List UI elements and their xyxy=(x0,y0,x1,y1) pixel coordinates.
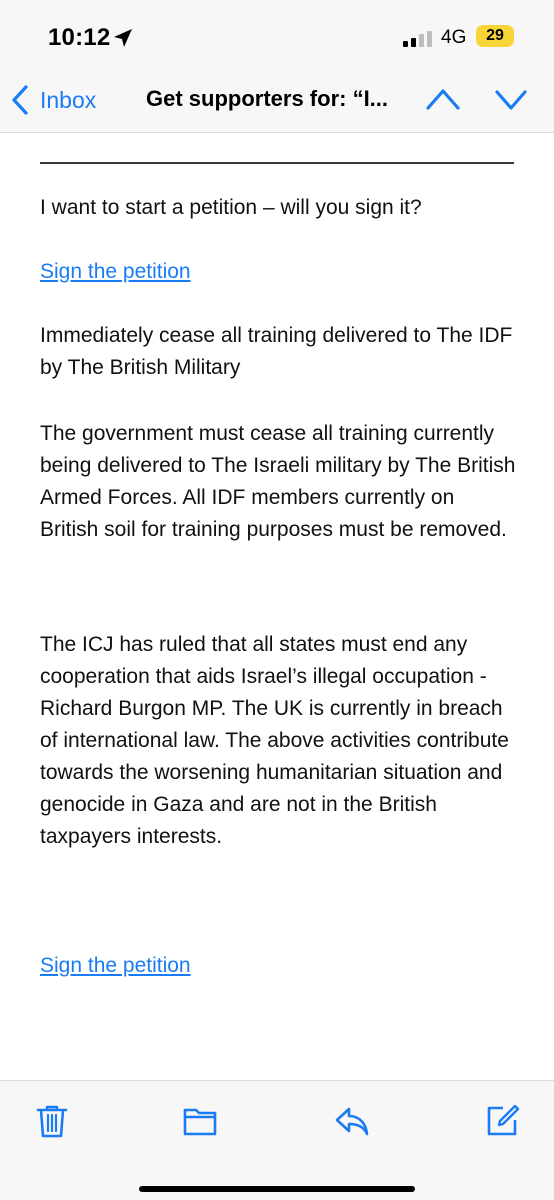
petition-body-2: The ICJ has ruled that all states must e… xyxy=(40,633,509,848)
petition-body-1: The government must cease all training c… xyxy=(40,422,516,541)
mail-screen: 10:12 4G 29 Inbox Get supporters for: “I… xyxy=(0,0,554,1200)
intro-text: I want to start a petition – will you si… xyxy=(40,196,422,219)
trash-icon[interactable] xyxy=(34,1103,70,1139)
chevron-down-icon[interactable] xyxy=(494,88,528,112)
compose-icon[interactable] xyxy=(484,1103,520,1139)
home-indicator xyxy=(139,1186,415,1192)
petition-title: Immediately cease all training delivered… xyxy=(40,324,513,379)
horizontal-rule xyxy=(40,162,514,164)
signal-bars-icon xyxy=(403,31,432,47)
status-bar: 10:12 4G 29 xyxy=(0,0,554,70)
status-time: 10:12 xyxy=(48,24,111,51)
back-to-inbox-button[interactable]: Inbox xyxy=(10,82,96,118)
chevron-left-icon xyxy=(12,85,28,115)
network-type: 4G xyxy=(441,27,467,48)
sign-petition-link-bottom[interactable]: Sign the petition xyxy=(40,950,191,982)
battery-indicator: 29 xyxy=(476,25,514,47)
location-arrow-icon xyxy=(114,29,132,47)
bottom-toolbar xyxy=(0,1080,554,1200)
folder-icon[interactable] xyxy=(182,1103,218,1139)
reply-icon[interactable] xyxy=(334,1103,370,1139)
email-subject-title: Get supporters for: “I... xyxy=(146,86,389,111)
chevron-up-icon[interactable] xyxy=(425,86,461,112)
sign-petition-link-top[interactable]: Sign the petition xyxy=(40,256,191,288)
email-body[interactable]: I want to start a petition – will you si… xyxy=(0,133,554,1080)
back-label: Inbox xyxy=(40,86,97,113)
nav-bar: Inbox Get supporters for: “I... xyxy=(0,70,554,133)
